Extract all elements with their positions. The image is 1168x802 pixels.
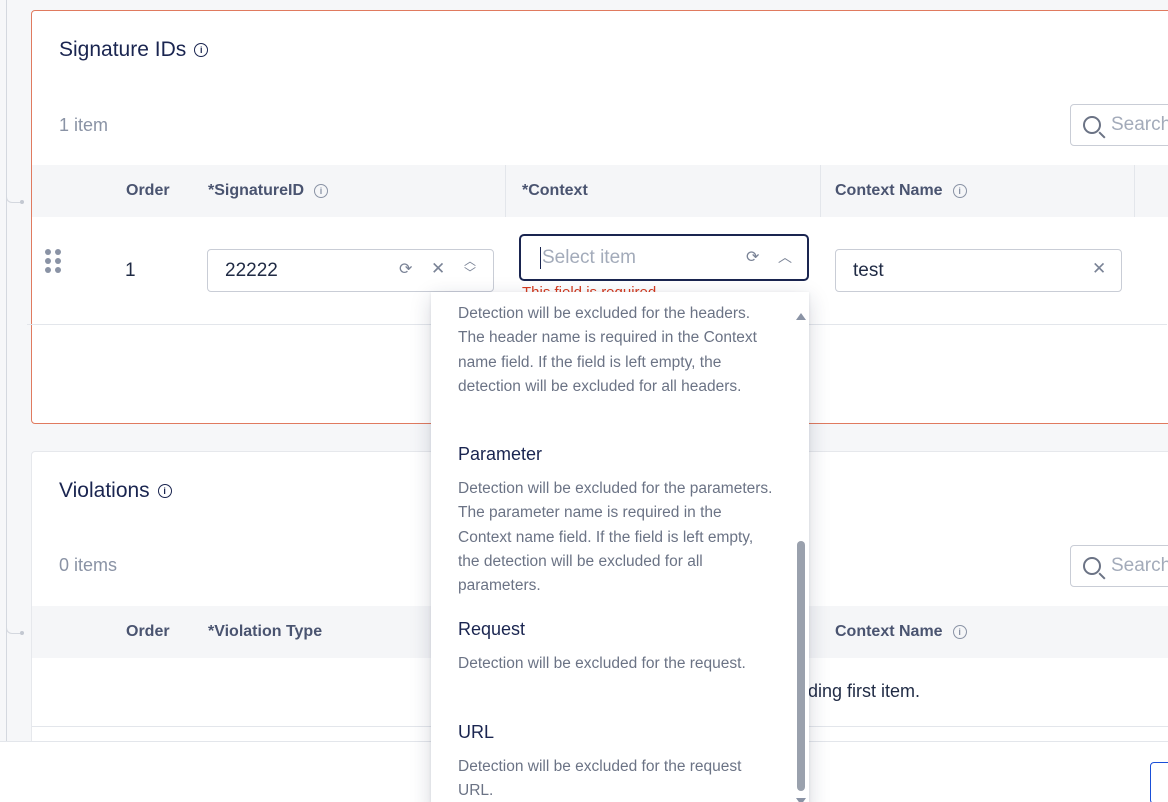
close-icon[interactable]: ✕ <box>1092 259 1106 279</box>
section-title: Violations i <box>59 479 172 503</box>
dropdown-option-request[interactable]: Request Detection will be excluded for t… <box>458 619 778 676</box>
item-count: 0 items <box>59 555 118 575</box>
text-cursor <box>540 246 541 269</box>
refresh-icon[interactable]: ⟳ <box>399 259 412 279</box>
column-header-order[interactable]: Order <box>126 182 170 200</box>
column-label: Context Name <box>835 182 943 199</box>
refresh-icon[interactable]: ⟳ <box>746 247 759 267</box>
tree-guide-line <box>6 0 7 802</box>
option-description: Detection will be excluded for the heade… <box>458 305 757 395</box>
section-title-text: Violations <box>59 479 150 502</box>
column-header-context[interactable]: *Context <box>522 182 588 200</box>
column-label: *SignatureID <box>208 182 305 199</box>
search-input[interactable]: Search <box>1070 545 1168 587</box>
option-label: Parameter <box>458 444 543 464</box>
column-label: Context Name <box>835 623 943 640</box>
tree-branch <box>6 195 20 203</box>
context-dropdown-menu: Detection will be excluded for the heade… <box>431 292 809 802</box>
column-divider <box>820 165 821 217</box>
search-icon <box>1083 557 1101 575</box>
item-count: 1 item <box>59 115 109 135</box>
footer-primary-button[interactable] <box>1150 762 1168 802</box>
tree-branch <box>6 626 20 634</box>
info-icon[interactable]: i <box>194 43 209 57</box>
column-label: Order <box>126 623 170 640</box>
drag-handle-icon[interactable] <box>45 249 61 273</box>
search-icon <box>1083 116 1101 134</box>
option-description: Detection will be excluded for the reque… <box>458 758 742 800</box>
section-title: Signature IDs i <box>59 38 209 62</box>
search-placeholder: Search <box>1111 114 1168 135</box>
column-label: *Violation Type <box>208 623 323 640</box>
column-header-violation-type[interactable]: *Violation Type <box>208 623 322 641</box>
tree-dot <box>20 631 24 635</box>
option-description: Detection will be excluded for the param… <box>458 480 773 595</box>
scroll-down-arrow-icon[interactable] <box>796 798 806 802</box>
info-icon[interactable]: i <box>157 484 172 498</box>
column-header-context-name[interactable]: Context Name i <box>835 623 967 641</box>
column-header-signature-id[interactable]: *SignatureID i <box>208 182 329 200</box>
option-label: URL <box>458 722 495 742</box>
signature-id-input[interactable]: 22222 <box>207 249 494 292</box>
page: Signature IDs i 1 item Search Order *Sig… <box>0 0 1168 802</box>
dropdown-option-url[interactable]: URL Detection will be excluded for the r… <box>458 722 778 802</box>
dropdown-option-headers[interactable]: Detection will be excluded for the heade… <box>458 302 778 399</box>
context-name-value: test <box>853 259 884 281</box>
column-label: Order <box>126 182 170 199</box>
context-name-input[interactable]: test <box>835 249 1122 292</box>
column-header-order[interactable]: Order <box>126 623 170 641</box>
option-label: Request <box>458 619 526 639</box>
row-order: 1 <box>125 260 136 281</box>
scroll-up-arrow-icon[interactable] <box>796 313 806 320</box>
dropdown-option-parameter[interactable]: Parameter Detection will be excluded for… <box>458 444 778 598</box>
column-divider <box>1134 165 1135 217</box>
table-header: Order *SignatureID i *Context Context Na… <box>32 165 1168 217</box>
signature-id-value: 22222 <box>225 259 278 281</box>
column-divider <box>505 165 506 217</box>
number-stepper[interactable]: ︿ ﹀ <box>464 255 476 279</box>
option-description: Detection will be excluded for the reque… <box>458 655 746 672</box>
section-title-text: Signature IDs <box>59 38 187 61</box>
context-select[interactable]: Select item <box>519 234 809 281</box>
chevron-up-icon[interactable]: ︿ <box>778 247 792 267</box>
column-header-context-name[interactable]: Context Name i <box>835 182 967 200</box>
tree-dot <box>20 200 24 204</box>
search-placeholder: Search <box>1111 555 1168 576</box>
column-label: *Context <box>522 182 588 199</box>
info-icon[interactable]: i <box>952 625 967 639</box>
empty-table-message: ding first item. <box>808 681 921 701</box>
search-input[interactable]: Search <box>1070 104 1168 146</box>
chevron-down-icon[interactable]: ﹀ <box>464 267 476 279</box>
context-placeholder: Select item <box>542 246 636 268</box>
close-icon[interactable]: ✕ <box>431 259 445 279</box>
scrollbar-thumb[interactable] <box>797 541 805 791</box>
info-icon[interactable]: i <box>314 184 329 198</box>
info-icon[interactable]: i <box>952 184 967 198</box>
